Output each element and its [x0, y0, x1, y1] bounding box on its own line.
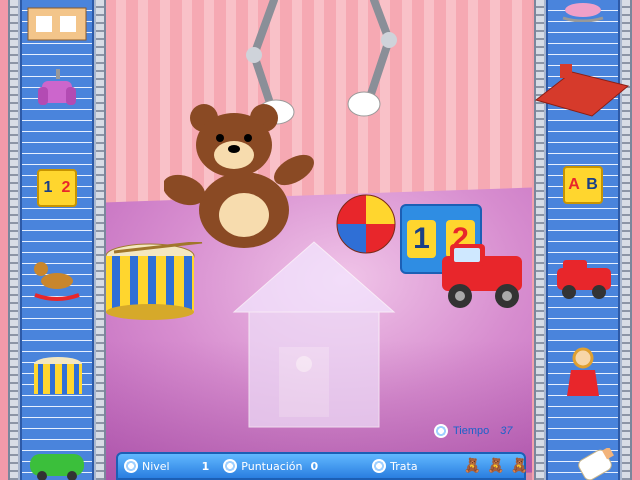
armchair-icon — [38, 69, 76, 105]
dollhouse-icon — [27, 7, 87, 41]
gear-icon — [372, 459, 387, 473]
wall-edge-right — [632, 0, 640, 480]
toy-truck[interactable] — [432, 236, 532, 316]
timer-label: Tiempo — [453, 425, 490, 437]
truck-icon — [557, 260, 611, 299]
drum-icon — [34, 357, 82, 394]
wall-edge-left — [0, 0, 8, 480]
baby-bottle-icon — [578, 448, 614, 480]
tries-indicator: Trata — [372, 459, 418, 473]
level-label: Nivel — [142, 459, 170, 473]
gear-icon — [223, 459, 238, 473]
doll-icon — [567, 347, 599, 396]
teddy-icon: 🧸 — [510, 458, 528, 474]
right-item-block[interactable]: A B — [556, 162, 610, 208]
green-car-icon — [30, 454, 84, 480]
level-value: 1 — [201, 459, 210, 473]
glass-dollhouse[interactable] — [214, 232, 414, 442]
timer: Tiempo 37 — [434, 424, 513, 438]
right-item-doll[interactable] — [560, 346, 606, 406]
left-item-armchair[interactable] — [30, 64, 84, 116]
roof-icon — [534, 64, 630, 117]
block-icon: 1 2 — [37, 168, 77, 207]
left-item-rocking-horse[interactable] — [28, 255, 86, 303]
score-value: 0 — [310, 459, 319, 473]
rocking-horse-icon — [562, 3, 604, 22]
teddy-icon: 🧸 — [487, 458, 505, 474]
teddy-icon: 🧸 — [463, 458, 482, 474]
left-item-car[interactable] — [26, 446, 88, 480]
gear-icon — [124, 459, 138, 473]
toy-drum[interactable] — [104, 242, 204, 322]
gear-icon — [434, 424, 448, 438]
playroom-scene: 1 2 — [104, 0, 532, 480]
rocking-horse-icon — [34, 262, 80, 301]
level-indicator: Nivel 1 — [124, 459, 209, 473]
right-item-bottle[interactable] — [570, 448, 620, 480]
right-item-truck[interactable] — [550, 256, 616, 302]
left-item-block[interactable]: 1 2 — [32, 165, 82, 210]
score-label: Puntuación — [241, 459, 303, 473]
tries-label: Trata — [390, 459, 418, 473]
left-item-dollhouse[interactable] — [18, 0, 96, 44]
block-icon: A B — [563, 166, 603, 204]
status-bar: Nivel 1 Puntuación 0 Trata 🧸 🧸 🧸 — [116, 452, 528, 480]
teddy-bear[interactable] — [164, 100, 324, 250]
score-indicator: Puntuación 0 — [223, 459, 318, 473]
tries-icons: 🧸 🧸 🧸 — [462, 458, 528, 474]
right-item-roof[interactable] — [532, 60, 632, 120]
right-item-rocking-horse[interactable] — [556, 0, 610, 22]
timer-value: 37 — [500, 425, 513, 437]
left-item-drum[interactable] — [30, 354, 88, 400]
